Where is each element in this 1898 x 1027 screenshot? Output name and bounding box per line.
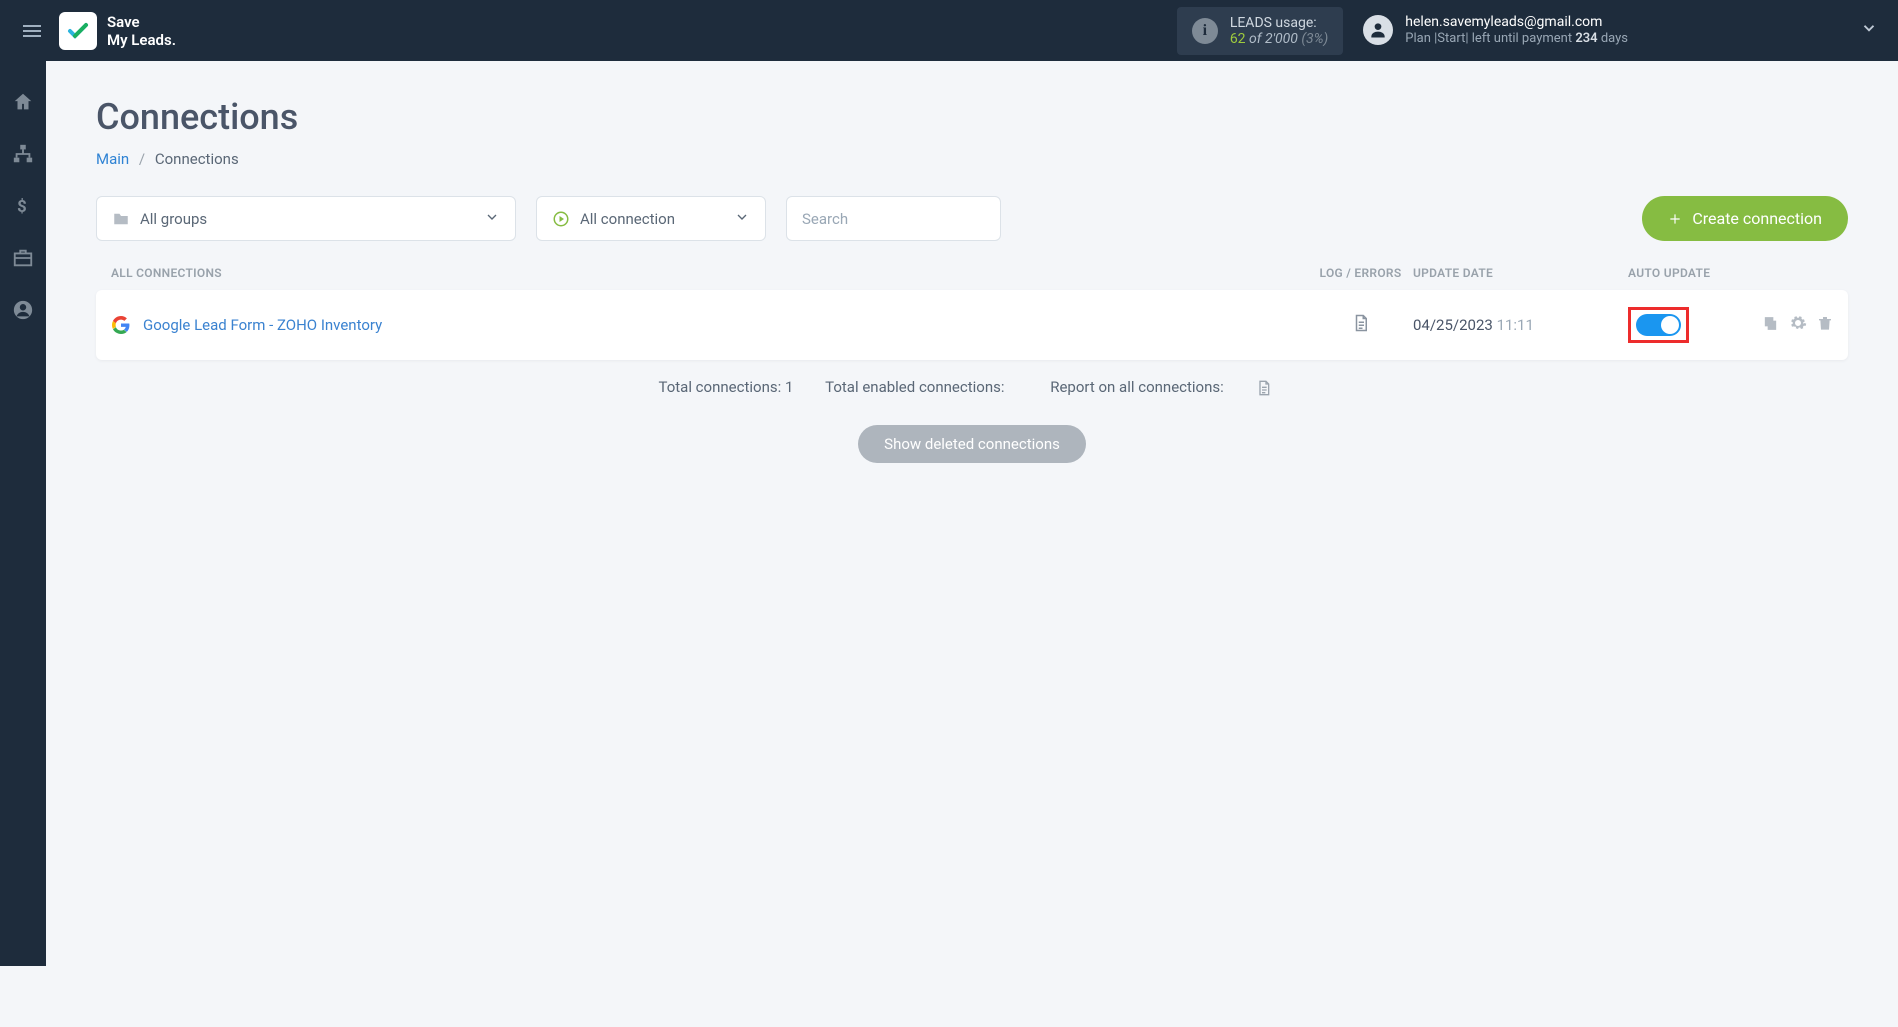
chevron-down-icon	[734, 209, 750, 229]
play-circle-icon	[552, 210, 570, 228]
settings-button[interactable]	[1789, 314, 1807, 336]
table-header: ALL CONNECTIONS LOG / ERRORS UPDATE DATE…	[96, 266, 1848, 280]
sidebar-home[interactable]	[12, 91, 34, 113]
breadcrumb: Main / Connections	[96, 150, 1848, 168]
header-auto: AUTO UPDATE	[1628, 266, 1743, 280]
gear-icon	[1789, 314, 1807, 332]
avatar	[1363, 15, 1393, 45]
svg-text:$: $	[17, 198, 27, 216]
dollar-icon: $	[13, 196, 33, 216]
report-download[interactable]	[1256, 379, 1272, 397]
header-name: ALL CONNECTIONS	[111, 266, 1308, 280]
plus-icon	[1668, 212, 1682, 226]
connection-name-link[interactable]: Google Lead Form - ZOHO Inventory	[143, 316, 1308, 334]
user-icon	[1368, 20, 1388, 40]
update-date: 04/25/2023 11:11	[1413, 316, 1628, 334]
logo-check-icon	[66, 19, 90, 43]
folder-icon	[112, 210, 130, 228]
sidebar-connections[interactable]	[12, 143, 34, 165]
connection-status-select[interactable]: All connection	[536, 196, 766, 241]
total-connections: Total connections: 1	[658, 378, 793, 396]
summary-row: Total connections: 1 Total enabled conne…	[96, 378, 1848, 397]
page-title: Connections	[96, 96, 1848, 138]
leads-of: of 2'000	[1249, 31, 1301, 47]
delete-button[interactable]	[1817, 314, 1833, 336]
user-menu[interactable]: helen.savemyleads@gmail.com Plan |Start|…	[1363, 13, 1878, 48]
leads-usage-label: LEADS usage:	[1230, 15, 1328, 31]
google-icon	[111, 315, 131, 335]
create-connection-button[interactable]: Create connection	[1642, 196, 1848, 241]
search-box	[786, 196, 1001, 241]
filters-row: All groups All connection Create connect…	[96, 196, 1848, 241]
leads-current: 62	[1230, 31, 1246, 47]
sidebar-billing[interactable]: $	[12, 195, 34, 217]
log-button[interactable]	[1308, 313, 1413, 337]
sidebar: $	[0, 61, 46, 966]
chevron-down-icon	[484, 209, 500, 229]
auto-update-toggle[interactable]	[1636, 314, 1681, 336]
report-all: Report on all connections:	[1036, 378, 1285, 396]
trash-icon	[1817, 314, 1833, 332]
copy-icon	[1762, 315, 1779, 332]
breadcrumb-main[interactable]: Main	[96, 150, 129, 168]
user-email: helen.savemyleads@gmail.com	[1405, 13, 1628, 31]
total-enabled: Total enabled connections:	[825, 378, 1004, 396]
briefcase-icon	[12, 247, 34, 269]
leads-usage-badge[interactable]: i LEADS usage: 62 of 2'000 (3%)	[1177, 7, 1343, 55]
user-menu-chevron[interactable]	[1860, 19, 1878, 41]
copy-button[interactable]	[1762, 315, 1779, 336]
sidebar-account[interactable]	[12, 299, 34, 321]
top-header: Save My Leads. i LEADS usage: 62 of 2'00…	[0, 0, 1898, 61]
search-input[interactable]	[786, 196, 1001, 241]
sidebar-briefcase[interactable]	[12, 247, 34, 269]
logo-text: Save My Leads.	[107, 13, 176, 49]
groups-select[interactable]: All groups	[96, 196, 516, 241]
hamburger-menu[interactable]	[20, 19, 44, 43]
main-content: Connections Main / Connections All group…	[46, 61, 1898, 498]
info-icon: i	[1192, 18, 1218, 44]
document-icon	[1352, 313, 1370, 333]
breadcrumb-current: Connections	[155, 150, 239, 168]
breadcrumb-separator: /	[139, 150, 145, 168]
show-deleted-button[interactable]: Show deleted connections	[858, 425, 1086, 463]
document-icon	[1256, 379, 1272, 397]
header-date: UPDATE DATE	[1413, 266, 1628, 280]
home-icon	[12, 91, 34, 113]
user-plan: Plan |Start| left until payment 234 days	[1405, 31, 1628, 48]
hamburger-icon	[20, 19, 44, 43]
auto-update-highlight	[1628, 307, 1689, 343]
chevron-down-icon	[1860, 19, 1878, 37]
sitemap-icon	[12, 143, 34, 165]
leads-percent: (3%)	[1301, 31, 1328, 47]
user-circle-icon	[12, 299, 34, 321]
connection-row: Google Lead Form - ZOHO Inventory 04/25/…	[96, 290, 1848, 360]
header-log: LOG / ERRORS	[1308, 266, 1413, 280]
logo[interactable]	[59, 12, 97, 50]
